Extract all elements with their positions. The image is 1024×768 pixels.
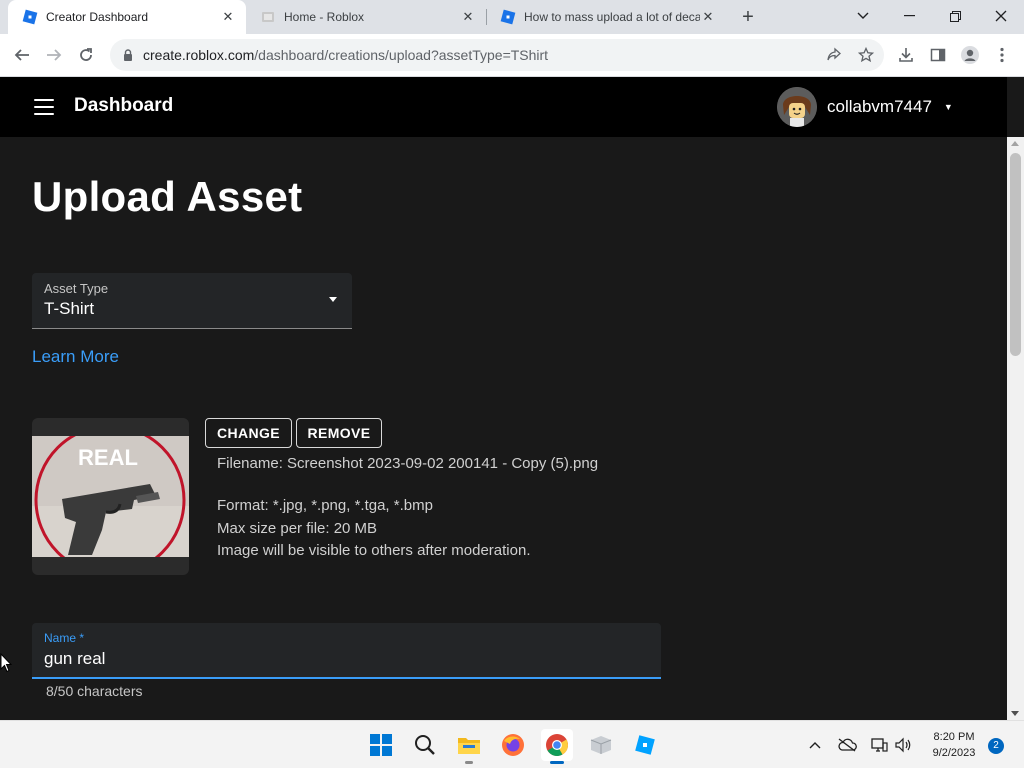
- reload-icon[interactable]: [72, 41, 100, 69]
- avatar[interactable]: [777, 87, 817, 127]
- username[interactable]: collabvm7447: [827, 97, 932, 117]
- roblox-devforum-favicon-icon: [500, 9, 516, 25]
- profile-icon[interactable]: [956, 41, 984, 69]
- character-count: 8/50 characters: [46, 683, 143, 699]
- url-host: create.roblox.com: [143, 47, 255, 63]
- forward-arrow-icon[interactable]: [40, 41, 68, 69]
- chrome-menu-icon[interactable]: [988, 41, 1016, 69]
- tab-close-icon[interactable]: ✕: [700, 9, 716, 25]
- restore-icon[interactable]: [932, 0, 978, 32]
- network-icon[interactable]: [869, 733, 889, 757]
- side-panel-icon[interactable]: [924, 41, 952, 69]
- roblox-player-icon[interactable]: [585, 729, 617, 761]
- remove-button[interactable]: REMOVE: [296, 418, 382, 448]
- change-button[interactable]: CHANGE: [205, 418, 292, 448]
- uploaded-image-thumbnail: REAL: [32, 418, 189, 575]
- roblox-studio-icon[interactable]: [629, 729, 661, 761]
- tab-close-icon[interactable]: ✕: [220, 9, 236, 25]
- back-arrow-icon[interactable]: [8, 41, 36, 69]
- creator-dashboard-page: Dashboard collabvm7447 ▼ Upload Asset As…: [0, 77, 1024, 720]
- minimize-icon[interactable]: [886, 0, 932, 32]
- url-text: create.roblox.com/dashboard/creations/up…: [143, 47, 548, 63]
- asset-type-label: Asset Type: [44, 281, 109, 296]
- browser-tab-strip: Creator Dashboard ✕ Home - Roblox ✕ How …: [0, 0, 1024, 34]
- scrollbar-thumb[interactable]: [1010, 153, 1021, 356]
- format-text: Format: *.jpg, *.png, *.tga, *.bmp: [217, 497, 433, 514]
- tab-creator-dashboard[interactable]: Creator Dashboard ✕: [8, 0, 246, 34]
- caret-down-icon[interactable]: ▼: [944, 102, 953, 112]
- gun-image-preview: REAL: [32, 436, 189, 557]
- name-field[interactable]: Name *: [32, 623, 661, 679]
- roblox-favicon-icon: [262, 12, 274, 22]
- dropdown-caret-icon[interactable]: [329, 297, 337, 302]
- filename-text: Filename: Screenshot 2023-09-02 200141 -…: [217, 455, 599, 472]
- asset-type-select[interactable]: Asset Type T-Shirt: [32, 273, 352, 329]
- bookmark-star-icon[interactable]: [852, 41, 880, 69]
- tab-search-chevron-icon[interactable]: [840, 0, 886, 32]
- tab-title: Creator Dashboard: [46, 10, 149, 24]
- page-title: Upload Asset: [32, 173, 303, 220]
- page-scrollbar[interactable]: [1007, 137, 1024, 720]
- firefox-icon[interactable]: [497, 729, 529, 761]
- system-clock[interactable]: 8:20 PM 9/2/2023: [922, 729, 986, 761]
- user-menu[interactable]: collabvm7447 ▼: [777, 87, 953, 127]
- scroll-down-arrow-icon[interactable]: [1011, 711, 1019, 716]
- asset-type-value: T-Shirt: [44, 299, 95, 318]
- chevron-up-icon[interactable]: [805, 733, 825, 757]
- lock-icon[interactable]: [121, 48, 135, 62]
- clock-time: 8:20 PM: [933, 731, 975, 743]
- downloads-icon[interactable]: [892, 41, 920, 69]
- speaker-volume-icon[interactable]: [893, 733, 913, 757]
- mouse-cursor-icon: [0, 653, 12, 673]
- windows-taskbar: 8:20 PM 9/2/2023 2: [0, 720, 1024, 768]
- tab-title: Home - Roblox: [284, 10, 365, 24]
- dashboard-topbar: Dashboard collabvm7447 ▼: [0, 77, 1007, 137]
- image-overlay-text: REAL: [78, 445, 138, 470]
- address-bar[interactable]: create.roblox.com/dashboard/creations/up…: [110, 39, 884, 71]
- notification-badge[interactable]: 2: [988, 738, 1004, 754]
- search-icon[interactable]: [409, 729, 441, 761]
- name-field-label: Name *: [44, 631, 85, 645]
- hamburger-menu-icon[interactable]: [34, 99, 54, 115]
- max-size-text: Max size per file: 20 MB: [217, 520, 378, 537]
- file-explorer-icon[interactable]: [453, 729, 485, 764]
- clock-date: 9/2/2023: [932, 747, 976, 759]
- moderation-note: Image will be visible to others after mo…: [217, 542, 531, 559]
- new-tab-plus-icon[interactable]: +: [736, 5, 760, 29]
- tab-mass-upload[interactable]: How to mass upload a lot of decals ✕: [486, 0, 726, 34]
- scroll-up-arrow-icon[interactable]: [1011, 141, 1019, 146]
- share-icon[interactable]: [820, 41, 848, 69]
- dashboard-title[interactable]: Dashboard: [74, 95, 173, 117]
- roblox-studio-favicon-icon: [22, 9, 38, 25]
- browser-toolbar: create.roblox.com/dashboard/creations/up…: [0, 34, 1024, 77]
- close-window-icon[interactable]: [978, 0, 1024, 32]
- chrome-icon[interactable]: [541, 729, 573, 764]
- tab-close-icon[interactable]: ✕: [460, 9, 476, 25]
- tab-title: How to mass upload a lot of decals: [524, 10, 700, 24]
- name-input[interactable]: [44, 649, 644, 669]
- learn-more-link[interactable]: Learn More: [32, 347, 119, 367]
- start-windows-icon[interactable]: [365, 729, 397, 761]
- url-path: /dashboard/creations/upload?assetType=TS…: [254, 47, 549, 63]
- onedrive-offline-icon[interactable]: [837, 733, 857, 757]
- tab-home-roblox[interactable]: Home - Roblox ✕: [246, 0, 486, 34]
